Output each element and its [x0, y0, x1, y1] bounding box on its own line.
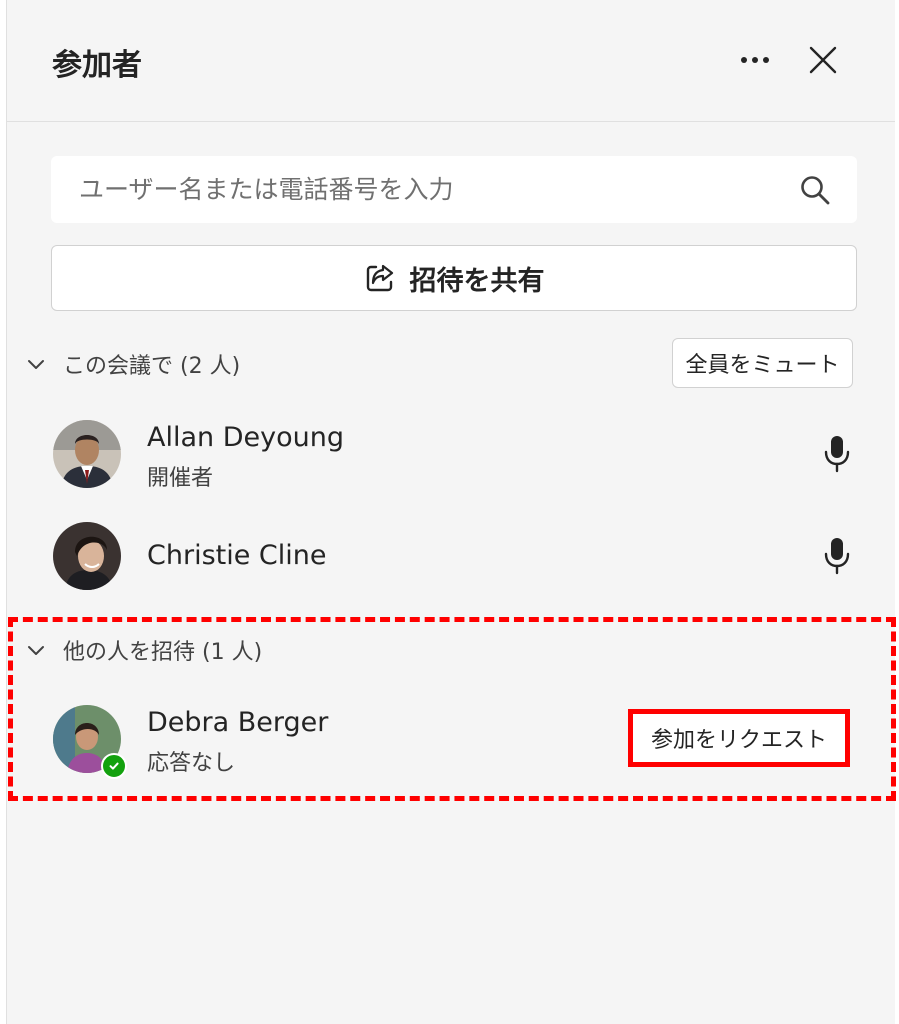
participant-name: Allan Deyoung — [147, 422, 344, 453]
mute-all-button[interactable]: 全員をミュート — [672, 338, 853, 388]
avatar — [53, 522, 121, 590]
search-icon[interactable] — [799, 174, 831, 206]
microphone-icon[interactable] — [821, 536, 853, 576]
avatar — [53, 420, 121, 488]
close-icon — [809, 46, 837, 74]
panel-header: 参加者 — [7, 0, 895, 122]
section-in-meeting-header[interactable]: この会議で (2 人) — [25, 344, 240, 384]
more-horizontal-icon — [741, 57, 769, 63]
section-in-meeting-label: この会議で (2 人) — [63, 354, 241, 379]
search-box — [51, 156, 857, 223]
chevron-down-icon — [28, 360, 44, 369]
participant-row[interactable]: Allan Deyoung 開催者 — [51, 420, 881, 491]
participants-panel: 参加者 招待を共有 この会議 — [6, 0, 895, 1024]
participant-row[interactable]: Christie Cline — [51, 522, 881, 592]
share-icon — [366, 264, 393, 292]
participant-name: Christie Cline — [147, 540, 327, 571]
panel-title: 参加者 — [52, 48, 142, 83]
microphone-icon[interactable] — [821, 434, 853, 474]
close-button[interactable] — [801, 38, 845, 82]
search-input[interactable] — [77, 174, 761, 205]
highlight-annotation-box — [8, 617, 896, 801]
share-invite-label: 招待を共有 — [409, 265, 545, 297]
more-options-button[interactable] — [733, 38, 777, 82]
share-invite-button[interactable]: 招待を共有 — [51, 245, 857, 311]
participant-role: 開催者 — [147, 466, 214, 491]
